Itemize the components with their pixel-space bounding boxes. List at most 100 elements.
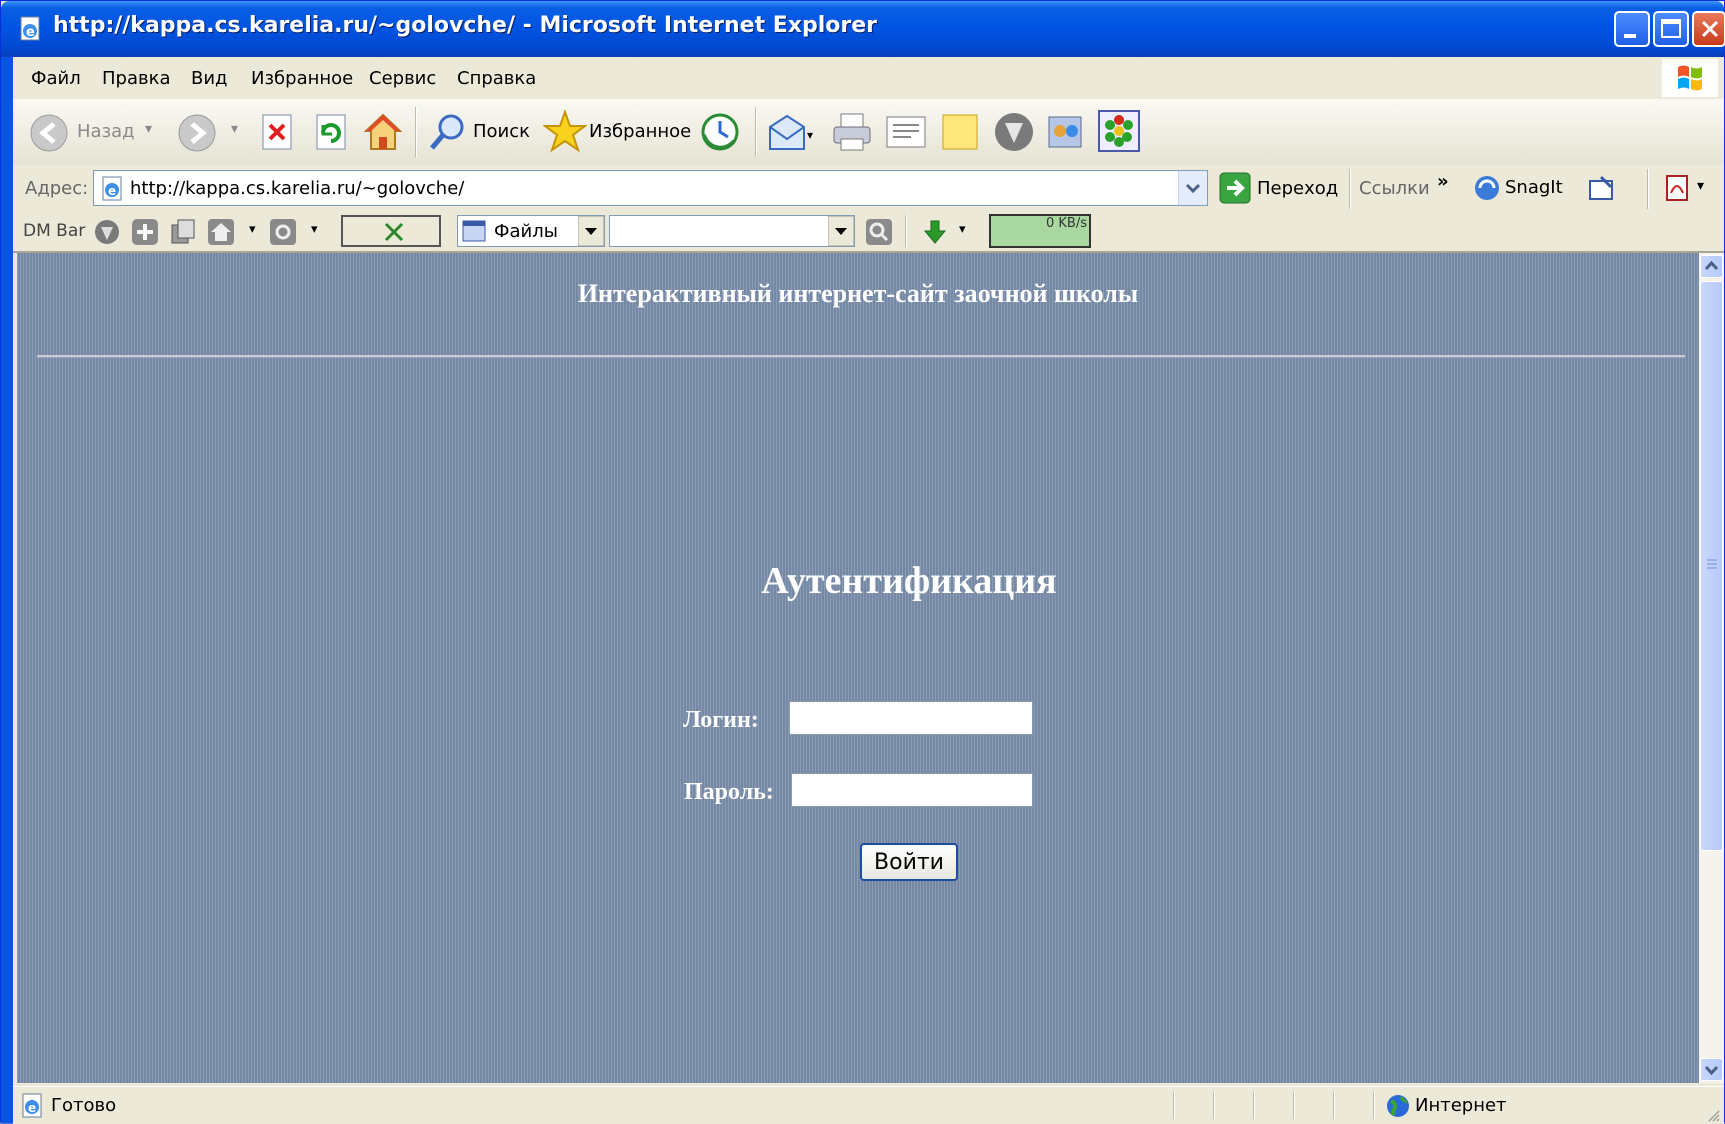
dm-search-icon[interactable] [865, 218, 893, 246]
address-dropdown-button[interactable] [1178, 171, 1207, 205]
back-dropdown-icon[interactable]: ▾ [145, 121, 152, 137]
search-icon[interactable] [427, 111, 469, 153]
messenger-icon[interactable] [1045, 111, 1087, 153]
add-icon[interactable] [131, 218, 159, 246]
back-button-label[interactable]: Назад [77, 121, 135, 142]
chevron-down-icon [1185, 183, 1201, 194]
pdf-icon[interactable] [1663, 173, 1693, 203]
toolbar-separator [905, 215, 907, 247]
maximize-icon [1661, 19, 1681, 38]
auth-heading: Аутентификация [761, 560, 1057, 602]
menu-file[interactable]: Файл [31, 68, 81, 89]
toolbar-separator [1647, 169, 1649, 209]
password-input[interactable] [791, 773, 1033, 807]
menu-favorites[interactable]: Избранное [251, 68, 353, 89]
status-divider [1373, 1091, 1375, 1119]
mail-icon[interactable]: ▾ [767, 113, 817, 153]
menu-tools[interactable]: Сервис [369, 68, 436, 89]
grip-icon [1707, 559, 1717, 569]
edit-icon[interactable] [885, 113, 927, 151]
snagit-capture-icon[interactable] [1587, 173, 1617, 203]
page-content: Интерактивный интернет-сайт заочной школ… [17, 253, 1699, 1083]
speed-meter: 0 KB/s [989, 214, 1091, 248]
scroll-up-button[interactable] [1700, 255, 1723, 278]
page-favicon-icon: e [102, 176, 122, 201]
page-status-icon: e [22, 1093, 42, 1118]
close-button[interactable] [1692, 11, 1725, 47]
print-icon[interactable] [831, 111, 873, 153]
minimize-icon [1624, 34, 1636, 38]
minimize-button[interactable] [1614, 11, 1650, 47]
links-chevron-icon[interactable]: » [1437, 171, 1449, 192]
status-divider [1253, 1091, 1255, 1119]
snagit-icon[interactable] [1473, 174, 1501, 202]
dm-home-icon[interactable] [207, 218, 235, 246]
address-bar: Адрес: e http://kappa.cs.karelia.ru/~gol… [13, 165, 1724, 214]
svg-text:e: e [28, 1101, 36, 1115]
menu-edit[interactable]: Правка [102, 68, 171, 89]
scroll-down-button[interactable] [1700, 1058, 1723, 1081]
home-icon[interactable] [363, 111, 403, 153]
dm-home-dropdown-icon[interactable]: ▾ [249, 222, 256, 237]
menu-bar: Файл Правка Вид Избранное Сервис Справка [13, 57, 1724, 100]
forward-dropdown-icon[interactable]: ▾ [231, 121, 238, 137]
status-divider [1333, 1091, 1335, 1119]
maximize-button[interactable] [1653, 11, 1689, 47]
flashget-icon[interactable] [993, 111, 1035, 153]
address-label: Адрес: [25, 178, 89, 199]
standard-toolbar: Назад ▾ ▾ Поиск Избранное ▾ [13, 99, 1724, 166]
status-text: Готово [51, 1095, 117, 1116]
history-icon[interactable] [699, 111, 741, 153]
icq-flower-icon[interactable] [1097, 109, 1141, 153]
security-zone: Интернет [1415, 1095, 1507, 1116]
dm-drop-zone[interactable] [341, 215, 441, 247]
dm-search-combo[interactable] [609, 215, 855, 247]
settings-icon[interactable] [269, 218, 297, 246]
title-bar[interactable]: e http://kappa.cs.karelia.ru/~golovche/ … [1, 1, 1725, 57]
ie-page-icon: e [20, 16, 40, 41]
files-select[interactable]: Файлы [457, 215, 605, 247]
chevron-down-icon [828, 216, 854, 246]
stop-icon[interactable] [259, 113, 295, 153]
address-url: http://kappa.cs.karelia.ru/~golovche/ [130, 178, 465, 199]
chevron-down-icon [578, 216, 604, 246]
refresh-icon[interactable] [313, 113, 349, 153]
search-button-label[interactable]: Поиск [473, 121, 530, 142]
dm-logo-icon[interactable] [93, 218, 121, 246]
favorites-star-icon[interactable] [543, 109, 587, 153]
download-dropdown-icon[interactable]: ▾ [959, 222, 966, 237]
download-arrow-icon[interactable] [921, 218, 949, 246]
resize-grip-icon[interactable] [1706, 1108, 1720, 1122]
settings-dropdown-icon[interactable]: ▾ [311, 222, 318, 237]
login-label: Логин: [683, 707, 759, 733]
vertical-scrollbar[interactable] [1699, 253, 1724, 1083]
pdf-dropdown-icon[interactable]: ▾ [1697, 178, 1704, 194]
go-button-label[interactable]: Переход [1257, 178, 1338, 199]
back-arrow-icon[interactable] [29, 113, 69, 153]
windows-logo-icon [1662, 59, 1718, 97]
internet-globe-icon [1387, 1095, 1409, 1117]
menu-help[interactable]: Справка [457, 68, 536, 89]
files-select-value: Файлы [494, 221, 558, 242]
links-label[interactable]: Ссылки [1359, 178, 1430, 199]
copy-icon[interactable] [169, 218, 197, 246]
folder-window-icon [462, 220, 486, 242]
address-field[interactable]: e http://kappa.cs.karelia.ru/~golovche/ [93, 170, 1208, 206]
toolbar-separator [415, 107, 417, 157]
dm-bar-label: DM Bar [23, 221, 86, 241]
snagit-label[interactable]: SnagIt [1505, 177, 1563, 198]
status-divider [1293, 1091, 1295, 1119]
notes-icon[interactable] [939, 111, 981, 153]
login-input[interactable] [789, 701, 1033, 735]
favorites-button-label[interactable]: Избранное [589, 121, 691, 142]
toolbar-separator [1349, 169, 1351, 209]
site-title: Интерактивный интернет-сайт заочной школ… [577, 279, 1139, 308]
scroll-thumb[interactable] [1700, 281, 1723, 851]
forward-arrow-icon[interactable] [177, 113, 217, 153]
dm-bar-toolbar: DM Bar ▾ ▾ Файлы ▾ 0 KB/s [13, 213, 1724, 253]
menu-view[interactable]: Вид [191, 68, 228, 89]
login-button[interactable]: Войти [860, 843, 958, 881]
go-arrow-icon[interactable] [1219, 172, 1251, 204]
password-label: Пароль: [684, 779, 774, 805]
svg-text:e: e [26, 25, 35, 40]
